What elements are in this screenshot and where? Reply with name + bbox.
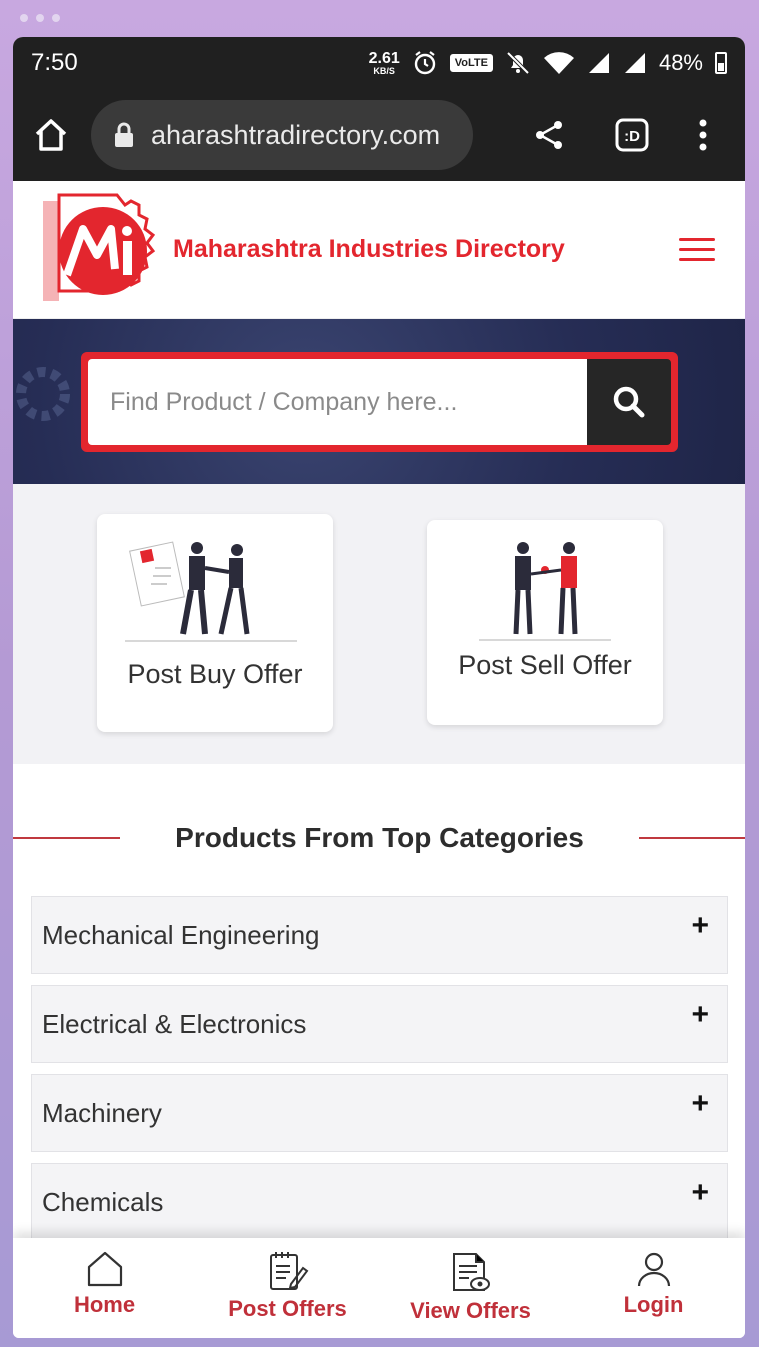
post-buy-offer-card[interactable]: Post Buy Offer xyxy=(97,514,333,732)
handshake-illustration-icon xyxy=(125,541,297,642)
battery-icon xyxy=(715,52,727,74)
category-label: Machinery xyxy=(42,1097,162,1128)
site-name[interactable]: Maharashtra Industries Directory xyxy=(173,235,565,264)
categories-heading: Products From Top Categories xyxy=(175,822,584,853)
expand-plus-icon[interactable]: + xyxy=(691,1176,709,1210)
view-offer-icon xyxy=(452,1253,490,1291)
window-dots xyxy=(20,14,60,22)
network-speed-value: 2.61 xyxy=(368,49,400,67)
category-item-mechanical-engineering[interactable]: Mechanical Engineering + xyxy=(31,896,728,974)
svg-text::D: :D xyxy=(624,128,640,145)
network-speed: 2.61 KB/S xyxy=(368,49,400,76)
nav-post-offers-label: Post Offers xyxy=(228,1296,347,1321)
expand-plus-icon[interactable]: + xyxy=(691,1087,709,1121)
status-time: 7:50 xyxy=(31,49,78,76)
category-label: Electrical & Electronics xyxy=(42,1008,307,1039)
category-label: Mechanical Engineering xyxy=(42,919,320,950)
post-sell-offer-label: Post Sell Offer xyxy=(458,650,632,680)
more-menu-icon[interactable] xyxy=(699,119,707,151)
phone-screen: 7:50 2.61 KB/S VoLTE 48% aharashtradirec… xyxy=(13,37,745,1338)
volte-badge: VoLTE xyxy=(449,54,493,72)
search-box xyxy=(81,352,678,452)
home-icon xyxy=(87,1251,122,1287)
category-item-electrical-electronics[interactable]: Electrical & Electronics + xyxy=(31,985,728,1063)
deal-illustration-icon xyxy=(479,542,611,641)
url-text: aharashtradirectory.com xyxy=(151,119,441,150)
status-bar: 7:50 2.61 KB/S VoLTE 48% xyxy=(13,37,745,89)
hero-banner xyxy=(13,319,745,484)
nav-post-offers[interactable]: Post Offers xyxy=(196,1238,379,1338)
category-item-machinery[interactable]: Machinery + xyxy=(31,1074,728,1152)
post-buy-offer-label: Post Buy Offer xyxy=(127,659,303,689)
nav-login-label: Login xyxy=(623,1292,684,1317)
heading-divider-left xyxy=(13,837,120,839)
address-bar[interactable]: aharashtradirectory.com xyxy=(91,100,473,170)
lock-icon xyxy=(115,122,133,147)
nav-home[interactable]: Home xyxy=(13,1238,196,1338)
categories-heading-row: Products From Top Categories xyxy=(13,818,745,858)
tab-switcher-icon[interactable]: :D xyxy=(615,118,649,152)
categories-section: Products From Top Categories Mechanical … xyxy=(13,764,745,1241)
network-speed-unit: KB/S xyxy=(373,65,395,76)
alarm-icon xyxy=(414,51,435,75)
offers-section: Post Buy Offer Post Sell Offer xyxy=(13,484,745,764)
signal-icon-2 xyxy=(624,53,645,73)
battery-percent: 48% xyxy=(658,50,703,75)
category-list: Mechanical Engineering + Electrical & El… xyxy=(13,896,745,1241)
site-logo[interactable] xyxy=(41,191,161,309)
heading-divider-right xyxy=(638,837,745,839)
search-input[interactable] xyxy=(88,359,587,445)
browser-toolbar: aharashtradirectory.com :D xyxy=(13,89,745,181)
mute-notification-icon xyxy=(506,51,530,75)
category-item-chemicals[interactable]: Chemicals + xyxy=(31,1163,728,1241)
search-icon xyxy=(613,386,645,418)
nav-view-offers-label: View Offers xyxy=(410,1298,531,1323)
site-header: Maharashtra Industries Directory xyxy=(13,181,745,319)
expand-plus-icon[interactable]: + xyxy=(691,998,709,1032)
post-offer-icon xyxy=(269,1252,308,1290)
bottom-navigation: Home Post Offers View Offers Login xyxy=(13,1238,745,1338)
home-icon[interactable] xyxy=(33,117,69,153)
nav-view-offers[interactable]: View Offers xyxy=(379,1238,562,1338)
category-label: Chemicals xyxy=(42,1186,164,1217)
hamburger-menu-icon[interactable] xyxy=(679,238,715,261)
expand-plus-icon[interactable]: + xyxy=(691,909,709,943)
signal-icon xyxy=(588,53,609,73)
post-sell-offer-card[interactable]: Post Sell Offer xyxy=(427,520,663,725)
wifi-icon xyxy=(543,52,574,74)
nav-home-label: Home xyxy=(73,1292,136,1317)
search-button[interactable] xyxy=(587,359,671,445)
share-icon[interactable] xyxy=(533,119,565,151)
user-icon xyxy=(637,1252,670,1287)
nav-login[interactable]: Login xyxy=(562,1238,745,1338)
